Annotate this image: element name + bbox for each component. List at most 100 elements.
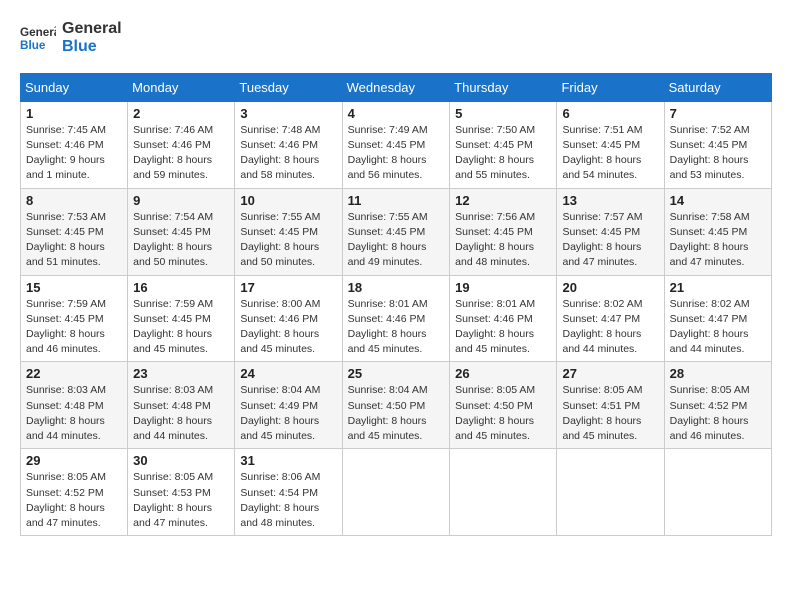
day-number: 25	[348, 366, 445, 381]
day-info: Sunrise: 8:03 AMSunset: 4:48 PMDaylight:…	[133, 383, 229, 444]
day-info: Sunrise: 7:52 AMSunset: 4:45 PMDaylight:…	[670, 123, 766, 184]
calendar-cell: 11 Sunrise: 7:55 AMSunset: 4:45 PMDayligh…	[342, 188, 450, 275]
day-number: 20	[562, 280, 658, 295]
day-number: 22	[26, 366, 122, 381]
day-number: 27	[562, 366, 658, 381]
calendar-week-4: 22 Sunrise: 8:03 AMSunset: 4:48 PMDayligh…	[21, 362, 772, 449]
svg-text:Blue: Blue	[20, 39, 46, 52]
day-info: Sunrise: 7:54 AMSunset: 4:45 PMDaylight:…	[133, 210, 229, 271]
day-number: 13	[562, 193, 658, 208]
day-info: Sunrise: 8:06 AMSunset: 4:54 PMDaylight:…	[240, 470, 336, 531]
calendar-week-2: 8 Sunrise: 7:53 AMSunset: 4:45 PMDaylight…	[21, 188, 772, 275]
day-info: Sunrise: 7:49 AMSunset: 4:45 PMDaylight:…	[348, 123, 445, 184]
calendar-cell: 5 Sunrise: 7:50 AMSunset: 4:45 PMDaylight…	[450, 101, 557, 188]
day-info: Sunrise: 7:50 AMSunset: 4:45 PMDaylight:…	[455, 123, 551, 184]
calendar-cell: 26 Sunrise: 8:05 AMSunset: 4:50 PMDayligh…	[450, 362, 557, 449]
day-number: 11	[348, 193, 445, 208]
day-number: 5	[455, 106, 551, 121]
day-info: Sunrise: 7:59 AMSunset: 4:45 PMDaylight:…	[26, 297, 122, 358]
day-info: Sunrise: 8:05 AMSunset: 4:52 PMDaylight:…	[26, 470, 122, 531]
calendar-cell: 3 Sunrise: 7:48 AMSunset: 4:46 PMDaylight…	[235, 101, 342, 188]
day-header-tuesday: Tuesday	[235, 73, 342, 101]
calendar-cell: 22 Sunrise: 8:03 AMSunset: 4:48 PMDayligh…	[21, 362, 128, 449]
calendar-week-1: 1Sunrise: 7:45 AMSunset: 4:46 PMDaylight…	[21, 101, 772, 188]
calendar-cell: 28Sunrise: 8:05 AMSunset: 4:52 PMDayligh…	[664, 362, 771, 449]
day-number: 14	[670, 193, 766, 208]
calendar-cell: 31 Sunrise: 8:06 AMSunset: 4:54 PMDayligh…	[235, 449, 342, 536]
calendar-cell: 16 Sunrise: 7:59 AMSunset: 4:45 PMDayligh…	[128, 275, 235, 362]
calendar-cell: 29Sunrise: 8:05 AMSunset: 4:52 PMDayligh…	[21, 449, 128, 536]
day-number: 17	[240, 280, 336, 295]
svg-text:General: General	[20, 27, 56, 40]
calendar-cell: 4 Sunrise: 7:49 AMSunset: 4:45 PMDaylight…	[342, 101, 450, 188]
day-header-sunday: Sunday	[21, 73, 128, 101]
day-header-thursday: Thursday	[450, 73, 557, 101]
calendar-week-3: 15Sunrise: 7:59 AMSunset: 4:45 PMDayligh…	[21, 275, 772, 362]
day-info: Sunrise: 8:02 AMSunset: 4:47 PMDaylight:…	[670, 297, 766, 358]
calendar-cell: 2 Sunrise: 7:46 AMSunset: 4:46 PMDaylight…	[128, 101, 235, 188]
calendar-cell: 14 Sunrise: 7:58 AMSunset: 4:45 PMDayligh…	[664, 188, 771, 275]
calendar-cell: 30 Sunrise: 8:05 AMSunset: 4:53 PMDayligh…	[128, 449, 235, 536]
day-number: 26	[455, 366, 551, 381]
day-number: 3	[240, 106, 336, 121]
day-number: 4	[348, 106, 445, 121]
calendar-cell: 19Sunrise: 8:01 AMSunset: 4:46 PMDayligh…	[450, 275, 557, 362]
calendar-cell: 10Sunrise: 7:55 AMSunset: 4:45 PMDayligh…	[235, 188, 342, 275]
day-info: Sunrise: 7:51 AMSunset: 4:45 PMDaylight:…	[562, 123, 658, 184]
day-info: Sunrise: 7:55 AMSunset: 4:45 PMDaylight:…	[348, 210, 445, 271]
calendar-cell	[557, 449, 664, 536]
day-number: 28	[670, 366, 766, 381]
day-info: Sunrise: 8:05 AMSunset: 4:53 PMDaylight:…	[133, 470, 229, 531]
day-info: Sunrise: 7:59 AMSunset: 4:45 PMDaylight:…	[133, 297, 229, 358]
day-number: 8	[26, 193, 122, 208]
calendar-cell: 23 Sunrise: 8:03 AMSunset: 4:48 PMDayligh…	[128, 362, 235, 449]
day-info: Sunrise: 7:53 AMSunset: 4:45 PMDaylight:…	[26, 210, 122, 271]
calendar-cell	[450, 449, 557, 536]
day-number: 12	[455, 193, 551, 208]
calendar-week-5: 29Sunrise: 8:05 AMSunset: 4:52 PMDayligh…	[21, 449, 772, 536]
day-number: 16	[133, 280, 229, 295]
day-number: 21	[670, 280, 766, 295]
calendar-cell: 9 Sunrise: 7:54 AMSunset: 4:45 PMDaylight…	[128, 188, 235, 275]
calendar-cell: 8 Sunrise: 7:53 AMSunset: 4:45 PMDaylight…	[21, 188, 128, 275]
day-number: 7	[670, 106, 766, 121]
calendar-cell: 21 Sunrise: 8:02 AMSunset: 4:47 PMDayligh…	[664, 275, 771, 362]
calendar-table: SundayMondayTuesdayWednesdayThursdayFrid…	[20, 73, 772, 536]
calendar-cell: 20Sunrise: 8:02 AMSunset: 4:47 PMDayligh…	[557, 275, 664, 362]
day-info: Sunrise: 8:04 AMSunset: 4:50 PMDaylight:…	[348, 383, 445, 444]
day-info: Sunrise: 7:45 AMSunset: 4:46 PMDaylight:…	[26, 123, 122, 184]
day-number: 18	[348, 280, 445, 295]
day-number: 31	[240, 453, 336, 468]
calendar-cell: 18Sunrise: 8:01 AMSunset: 4:46 PMDayligh…	[342, 275, 450, 362]
day-number: 2	[133, 106, 229, 121]
calendar-cell: 24Sunrise: 8:04 AMSunset: 4:49 PMDayligh…	[235, 362, 342, 449]
day-number: 24	[240, 366, 336, 381]
page-header: General Blue General Blue	[20, 20, 772, 57]
calendar-header-row: SundayMondayTuesdayWednesdayThursdayFrid…	[21, 73, 772, 101]
day-info: Sunrise: 8:05 AMSunset: 4:50 PMDaylight:…	[455, 383, 551, 444]
calendar-cell: 6Sunrise: 7:51 AMSunset: 4:45 PMDaylight…	[557, 101, 664, 188]
day-number: 9	[133, 193, 229, 208]
calendar-cell: 12Sunrise: 7:56 AMSunset: 4:45 PMDayligh…	[450, 188, 557, 275]
day-info: Sunrise: 7:58 AMSunset: 4:45 PMDaylight:…	[670, 210, 766, 271]
calendar-cell: 15Sunrise: 7:59 AMSunset: 4:45 PMDayligh…	[21, 275, 128, 362]
logo-blue: Blue	[62, 38, 122, 56]
calendar-cell: 13Sunrise: 7:57 AMSunset: 4:45 PMDayligh…	[557, 188, 664, 275]
day-info: Sunrise: 7:46 AMSunset: 4:46 PMDaylight:…	[133, 123, 229, 184]
day-number: 19	[455, 280, 551, 295]
day-header-friday: Friday	[557, 73, 664, 101]
day-number: 30	[133, 453, 229, 468]
day-info: Sunrise: 7:48 AMSunset: 4:46 PMDaylight:…	[240, 123, 336, 184]
calendar-cell: 25 Sunrise: 8:04 AMSunset: 4:50 PMDayligh…	[342, 362, 450, 449]
day-number: 23	[133, 366, 229, 381]
day-info: Sunrise: 8:00 AMSunset: 4:46 PMDaylight:…	[240, 297, 336, 358]
logo-general: General	[62, 20, 122, 38]
day-header-monday: Monday	[128, 73, 235, 101]
calendar-cell: 17 Sunrise: 8:00 AMSunset: 4:46 PMDayligh…	[235, 275, 342, 362]
day-info: Sunrise: 8:03 AMSunset: 4:48 PMDaylight:…	[26, 383, 122, 444]
calendar-cell	[342, 449, 450, 536]
calendar-cell	[664, 449, 771, 536]
logo-icon: General Blue	[20, 20, 56, 56]
calendar-cell: 1Sunrise: 7:45 AMSunset: 4:46 PMDaylight…	[21, 101, 128, 188]
calendar-cell: 27Sunrise: 8:05 AMSunset: 4:51 PMDayligh…	[557, 362, 664, 449]
